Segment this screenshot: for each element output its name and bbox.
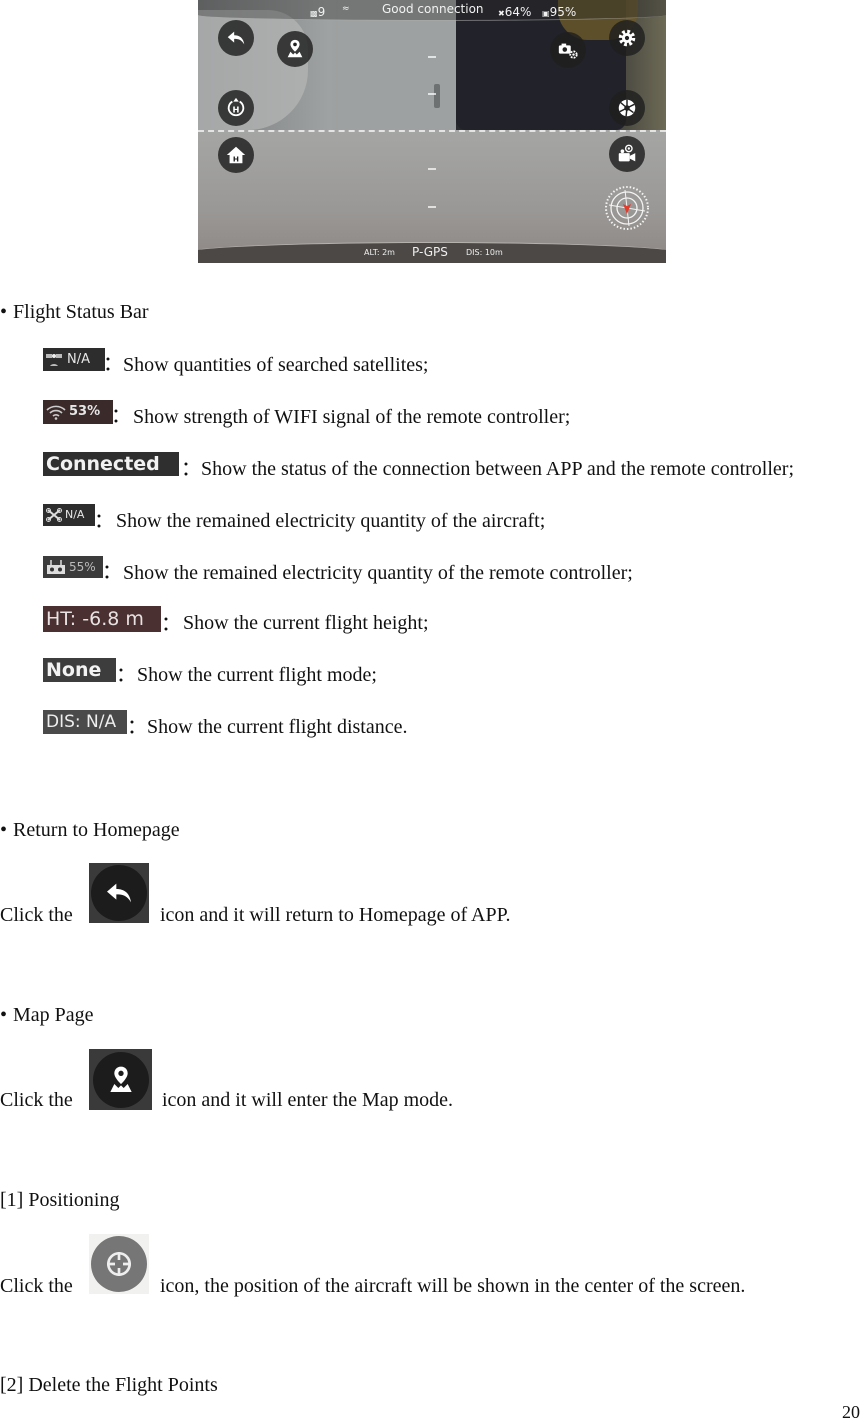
flight-mode-chip: None	[43, 658, 116, 682]
camera-settings-icon	[558, 43, 578, 59]
rc-battery: ▣95%	[542, 5, 577, 19]
aircraft-battery-chip-value: N/A	[65, 508, 85, 521]
height-chip: HT: -6.8 m	[43, 606, 161, 632]
takeoff-button[interactable]: H	[218, 90, 254, 126]
settings-icon	[618, 29, 636, 47]
telemetry-bar: ALT: 2m P-GPS DIS: 10m	[198, 242, 666, 263]
satellite-count-value: 9	[317, 5, 326, 19]
app-screenshot: ▩9 ≈ Good connection ✖64% ▣95% H H ALT: …	[198, 0, 666, 263]
svg-text:H: H	[233, 154, 239, 163]
satellite-description: Show quantities of searched satellites;	[123, 354, 429, 376]
locate-icon	[107, 1252, 131, 1276]
separator: ：	[181, 458, 201, 480]
flight-mode-description: Show the current flight mode;	[137, 664, 377, 686]
shutter-icon	[618, 99, 636, 117]
page-number: 20	[842, 1402, 860, 1422]
back-icon	[227, 31, 245, 45]
map-page-suffix: icon and it will enter the Map mode.	[162, 1089, 454, 1111]
subsection-heading-delete-points: [2] Delete the Flight Points	[0, 1374, 218, 1396]
separator: ：	[102, 561, 122, 583]
return-home-icon-example	[89, 863, 149, 923]
map-page-prefix: Click the	[0, 1089, 73, 1111]
pitch-tick	[428, 206, 436, 208]
positioning-suffix: icon, the position of the aircraft will …	[160, 1275, 746, 1297]
section-heading-flight-status-bar: Flight Status Bar	[0, 301, 149, 323]
pitch-tick	[428, 168, 436, 170]
subsection-heading-positioning: [1] Positioning	[0, 1189, 120, 1211]
map-icon	[109, 1066, 132, 1092]
aircraft-battery-description: Show the remained electricity quantity o…	[116, 510, 546, 532]
distance-description: Show the current flight distance.	[147, 716, 408, 738]
camera-feed-door-handle	[434, 84, 440, 108]
video-record-button[interactable]	[609, 136, 645, 172]
separator: ：	[111, 405, 131, 427]
satellite-count: ▩9	[310, 5, 326, 19]
satellite-chip: N/A	[43, 348, 105, 371]
wifi-icon	[46, 405, 66, 420]
separator: ：	[127, 716, 147, 738]
horizon-line	[198, 130, 666, 132]
connection-status: Good connection	[382, 2, 484, 16]
satellite-icon	[46, 353, 62, 366]
map-icon	[287, 39, 303, 58]
rc-battery-value: 95%	[549, 5, 577, 19]
wifi-description: Show strength of WIFI signal of the remo…	[133, 406, 571, 428]
connection-description: Show the status of the connection betwee…	[201, 458, 795, 480]
separator: ：	[94, 510, 114, 532]
altitude-readout: ALT: 2m	[364, 248, 395, 257]
positioning-prefix: Click the	[0, 1275, 73, 1297]
section-heading-return-home: Return to Homepage	[0, 819, 180, 841]
satellite-chip-value: N/A	[67, 351, 90, 367]
aircraft-battery-chip: N/A	[43, 504, 95, 526]
rc-battery-description: Show the remained electricity quantity o…	[123, 562, 633, 584]
shutter-button[interactable]	[609, 90, 645, 126]
section-heading-map-page: Map Page	[0, 1004, 94, 1026]
aircraft-battery-value: 64%	[504, 5, 532, 19]
return-home-suffix: icon and it will return to Homepage of A…	[160, 904, 511, 926]
flight-status-bar: ▩9 ≈ Good connection ✖64% ▣95%	[198, 0, 666, 21]
positioning-icon-example	[89, 1234, 149, 1294]
wifi-chip: 53%	[43, 400, 113, 424]
map-icon-example	[89, 1049, 152, 1110]
separator: ：	[116, 664, 136, 686]
distance-readout: DIS: 10m	[466, 248, 503, 257]
pitch-tick	[428, 56, 436, 58]
back-button[interactable]	[218, 20, 254, 56]
flight-mode-readout: P-GPS	[412, 245, 448, 259]
rc-battery-chip-value: 55%	[69, 560, 96, 574]
svg-text:H: H	[233, 105, 240, 115]
back-icon	[107, 883, 131, 903]
wifi-icon: ≈	[342, 4, 350, 14]
takeoff-icon: H	[227, 97, 245, 117]
return-home-button[interactable]: H	[218, 137, 254, 173]
connection-chip: Connected	[43, 452, 179, 476]
pitch-tick	[428, 93, 436, 95]
distance-chip: DIS: N/A	[43, 710, 127, 734]
camera-settings-button[interactable]	[550, 32, 586, 68]
remote-controller-icon	[47, 560, 65, 574]
separator: ：	[161, 613, 181, 635]
settings-button[interactable]	[609, 20, 645, 56]
drone-icon	[46, 508, 62, 522]
height-description: Show the current flight height;	[183, 612, 429, 634]
wifi-chip-value: 53%	[69, 404, 101, 419]
rc-battery-chip: 55%	[43, 556, 103, 578]
aircraft-battery: ✖64%	[498, 5, 532, 19]
separator: ：	[103, 353, 123, 375]
return-home-icon: H	[226, 146, 246, 163]
compass-icon[interactable]	[604, 185, 650, 231]
return-home-prefix: Click the	[0, 904, 73, 926]
map-button[interactable]	[277, 31, 313, 67]
video-record-icon	[618, 144, 636, 162]
